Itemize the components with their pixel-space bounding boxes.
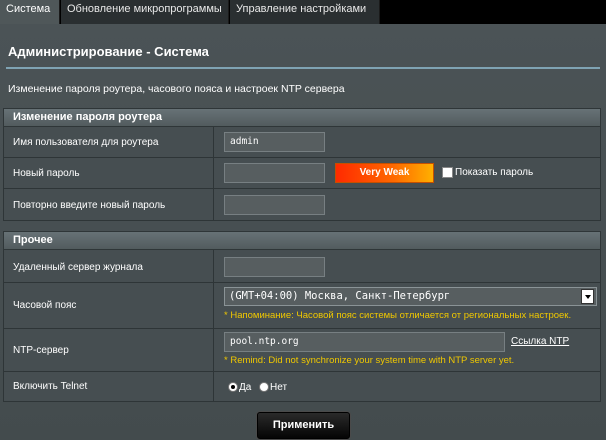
ntp-server-input[interactable]: pool.ntp.org — [224, 332, 505, 352]
row-confirm-password: Повторно введите новый пароль — [3, 189, 601, 221]
timezone-note: * Напоминание: Часовой пояс системы отли… — [224, 310, 572, 321]
ntp-note: * Remind: Did not synchronize your syste… — [224, 355, 515, 366]
ntp-link[interactable]: Ссылка NTP — [511, 336, 569, 347]
row-log-server: Удаленный сервер журнала — [3, 250, 601, 283]
telnet-yes-label[interactable]: Да — [239, 382, 251, 393]
new-password-label: Новый пароль — [13, 168, 80, 179]
password-strength-meter: Very Weak — [335, 163, 434, 183]
username-input[interactable]: admin — [224, 132, 325, 152]
show-password-label[interactable]: Показать пароль — [455, 167, 533, 178]
title-divider — [6, 67, 600, 69]
show-password-checkbox[interactable] — [442, 167, 453, 178]
telnet-no-label[interactable]: Нет — [270, 382, 287, 393]
tab-settings-management[interactable]: Управление настройками — [230, 0, 380, 24]
page-title: Администрирование - Система — [8, 44, 209, 59]
row-ntp-server: NTP-сервер pool.ntp.org Ссылка NTP * Rem… — [3, 329, 601, 372]
row-telnet: Включить Telnet Да Нет — [3, 372, 601, 402]
row-new-password: Новый пароль Very Weak Показать пароль — [3, 158, 601, 189]
new-password-input[interactable] — [224, 163, 325, 183]
content-panel: Администрирование - Система Изменение па… — [0, 24, 606, 440]
section-header-password: Изменение пароля роутера — [3, 108, 601, 127]
chevron-down-icon[interactable] — [581, 289, 594, 304]
timezone-select[interactable]: (GMT+04:00) Москва, Санкт-Петербург — [224, 287, 597, 306]
ntp-server-label: NTP-сервер — [13, 345, 69, 356]
telnet-no-radio[interactable] — [259, 382, 269, 392]
log-server-input[interactable] — [224, 257, 325, 277]
page-description: Изменение пароля роутера, часового пояса… — [8, 83, 345, 95]
confirm-password-label: Повторно введите новый пароль — [13, 200, 166, 211]
telnet-label: Включить Telnet — [13, 381, 88, 392]
username-label: Имя пользователя для роутера — [13, 137, 159, 148]
confirm-password-input[interactable] — [224, 195, 325, 215]
timezone-selected-value: (GMT+04:00) Москва, Санкт-Петербург — [229, 290, 451, 302]
tab-firmware-update[interactable]: Обновление микропрограммы — [61, 0, 229, 24]
timezone-label: Часовой пояс — [13, 300, 77, 311]
row-timezone: Часовой пояс (GMT+04:00) Москва, Санкт-П… — [3, 283, 601, 329]
tab-bar: Система Обновление микропрограммы Управл… — [0, 0, 606, 24]
section-header-misc: Прочее — [3, 231, 601, 250]
tab-system[interactable]: Система — [0, 0, 60, 24]
log-server-label: Удаленный сервер журнала — [13, 262, 143, 273]
row-username: Имя пользователя для роутера admin — [3, 127, 601, 158]
telnet-yes-radio[interactable] — [228, 382, 238, 392]
apply-button[interactable]: Применить — [257, 412, 350, 439]
